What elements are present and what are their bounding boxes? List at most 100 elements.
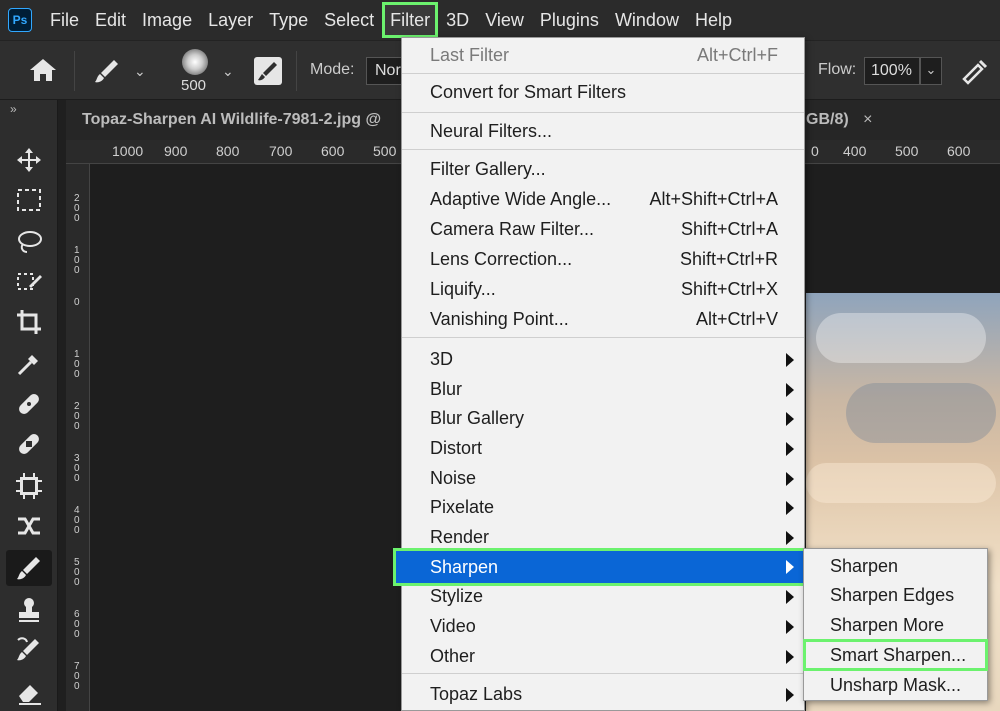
chevron-down-icon[interactable]: ⌄: [134, 63, 146, 80]
menu-layer[interactable]: Layer: [200, 2, 261, 38]
ruler-tick: 500: [373, 143, 397, 159]
ruler-tick: 700: [269, 143, 293, 159]
ruler-tick: 600: [947, 143, 971, 159]
filter-menu-item-last-filter[interactable]: Last Filter Alt+Ctrl+F: [402, 40, 804, 70]
submenu-arrow-icon: [786, 531, 794, 545]
menu-separator: [402, 673, 804, 674]
chevron-down-icon[interactable]: ⌄: [222, 63, 234, 80]
sharpen-submenu-item-sharpen-edges[interactable]: Sharpen Edges: [804, 580, 987, 610]
flow-dropdown-chevron-icon[interactable]: ⌄: [920, 57, 942, 85]
mode-label: Mode:: [310, 61, 355, 78]
menu-select[interactable]: Select: [316, 2, 382, 38]
close-tab-icon[interactable]: ×: [863, 111, 872, 128]
menu-bar: Ps File Edit Image Layer Type Select Fil…: [0, 0, 1000, 40]
eraser-tool-icon[interactable]: [6, 674, 52, 710]
menu-file[interactable]: File: [42, 2, 87, 38]
filter-menu-item-lens-correction[interactable]: Lens Correction... Shift+Ctrl+R: [402, 244, 804, 274]
filter-menu-item-pixelate[interactable]: Pixelate: [402, 492, 804, 522]
expand-panel-icon[interactable]: »: [10, 102, 17, 116]
menu-image[interactable]: Image: [134, 2, 200, 38]
filter-menu-item-filter-gallery[interactable]: Filter Gallery...: [402, 154, 804, 184]
menu-3d[interactable]: 3D: [438, 2, 477, 38]
filter-menu-item-blur-gallery[interactable]: Blur Gallery: [402, 403, 804, 433]
filter-menu-dropdown: Last Filter Alt+Ctrl+F Convert for Smart …: [393, 37, 806, 711]
move-tool-icon[interactable]: [6, 142, 52, 178]
rectangular-marquee-tool-icon[interactable]: [6, 182, 52, 218]
sharpen-submenu: Sharpen Sharpen Edges Sharpen More Smart…: [803, 548, 988, 701]
submenu-arrow-icon: [786, 383, 794, 397]
flow-label: Flow:: [818, 61, 857, 78]
filter-menu-item-liquify[interactable]: Liquify... Shift+Ctrl+X: [402, 274, 804, 304]
filter-menu-item-adaptive-wide-angle[interactable]: Adaptive Wide Angle... Alt+Shift+Ctrl+A: [402, 184, 804, 214]
filter-menu-item-video[interactable]: Video: [402, 611, 804, 641]
ruler-tick: 100: [74, 349, 80, 380]
ruler-tick: 500: [74, 557, 80, 588]
filter-menu-item-neural-filters[interactable]: Neural Filters...: [402, 116, 804, 146]
filter-menu-item-stylize[interactable]: Stylize: [402, 581, 804, 611]
filter-menu-item-distort[interactable]: Distort: [402, 433, 804, 463]
lasso-tool-icon[interactable]: [6, 224, 52, 260]
ruler-tick: 400: [843, 143, 867, 159]
brush-size-value: 500: [181, 77, 207, 94]
ruler-tick: 1000: [112, 143, 144, 159]
menu-window[interactable]: Window: [607, 2, 687, 38]
menu-filter[interactable]: Filter: [382, 2, 439, 38]
sharpen-submenu-item-sharpen-more[interactable]: Sharpen More: [804, 610, 987, 640]
ruler-tick: 800: [216, 143, 240, 159]
submenu-arrow-icon: [786, 560, 794, 574]
photoshop-logo: Ps: [8, 8, 32, 32]
submenu-arrow-icon: [786, 688, 794, 702]
vertical-ruler: 200 100 0 100 200 300 400 500 600 700: [66, 164, 90, 711]
spot-healing-brush-tool-icon[interactable]: [6, 386, 52, 422]
content-aware-move-tool-icon[interactable]: [6, 508, 52, 544]
mode-select[interactable]: Nor: [366, 57, 402, 85]
menu-view[interactable]: View: [477, 2, 532, 38]
menu-separator: [402, 337, 804, 338]
document-tab-title[interactable]: Topaz-Sharpen AI Wildlife-7981-2.jpg @: [66, 100, 406, 140]
crop-tool-icon[interactable]: [6, 304, 52, 340]
filter-menu-item-camera-raw[interactable]: Camera Raw Filter... Shift+Ctrl+A: [402, 214, 804, 244]
menu-type[interactable]: Type: [261, 2, 316, 38]
sharpen-submenu-item-smart-sharpen[interactable]: Smart Sharpen...: [803, 639, 988, 671]
ruler-tick: 600: [74, 609, 80, 640]
document-tab-title-suffix[interactable]: GB/8) ×: [806, 100, 872, 140]
document-tab-mode: GB/8): [806, 111, 849, 128]
brush-tip-icon[interactable]: [182, 49, 208, 75]
filter-menu-item-vanishing-point[interactable]: Vanishing Point... Alt+Ctrl+V: [402, 304, 804, 334]
filter-menu-item-convert-smart-filters[interactable]: Convert for Smart Filters: [402, 77, 804, 107]
menu-plugins[interactable]: Plugins: [532, 2, 607, 38]
eyedropper-tool-icon[interactable]: [6, 346, 52, 382]
ruler-tick: 200: [74, 401, 80, 432]
sharpen-submenu-item-unsharp-mask[interactable]: Unsharp Mask...: [804, 670, 987, 700]
filter-menu-item-other[interactable]: Other: [402, 641, 804, 671]
submenu-arrow-icon: [786, 412, 794, 426]
brush-tool-icon[interactable]: [6, 550, 52, 586]
healing-brush-tool-icon[interactable]: [6, 426, 52, 462]
ruler-tick: 900: [164, 143, 188, 159]
filter-menu-item-sharpen[interactable]: Sharpen: [393, 548, 806, 586]
ruler-tick: 600: [321, 143, 345, 159]
frame-tool-icon[interactable]: [6, 468, 52, 504]
flow-input[interactable]: 100%: [864, 57, 920, 85]
ruler-tick: 700: [74, 661, 80, 692]
history-brush-tool-icon[interactable]: [6, 632, 52, 668]
brush-settings-icon[interactable]: [254, 57, 282, 85]
clone-stamp-tool-icon[interactable]: [6, 592, 52, 628]
filter-menu-item-blur[interactable]: Blur: [402, 374, 804, 404]
submenu-arrow-icon: [786, 620, 794, 634]
home-icon[interactable]: [28, 57, 58, 88]
menu-help[interactable]: Help: [687, 2, 740, 38]
object-selection-tool-icon[interactable]: [6, 264, 52, 300]
tools-panel: »: [0, 100, 58, 711]
brush-preset-icon[interactable]: [92, 57, 122, 90]
filter-menu-item-noise[interactable]: Noise: [402, 463, 804, 493]
airbrush-icon[interactable]: [958, 57, 990, 90]
filter-menu-item-3d[interactable]: 3D: [402, 344, 804, 374]
filter-menu-item-render[interactable]: Render: [402, 522, 804, 552]
menu-edit[interactable]: Edit: [87, 2, 134, 38]
ruler-tick: 300: [74, 453, 80, 484]
menu-separator: [402, 149, 804, 150]
filter-menu-item-topaz-labs[interactable]: Topaz Labs: [402, 679, 804, 709]
submenu-arrow-icon: [786, 442, 794, 456]
sharpen-submenu-item-sharpen[interactable]: Sharpen: [804, 551, 987, 581]
